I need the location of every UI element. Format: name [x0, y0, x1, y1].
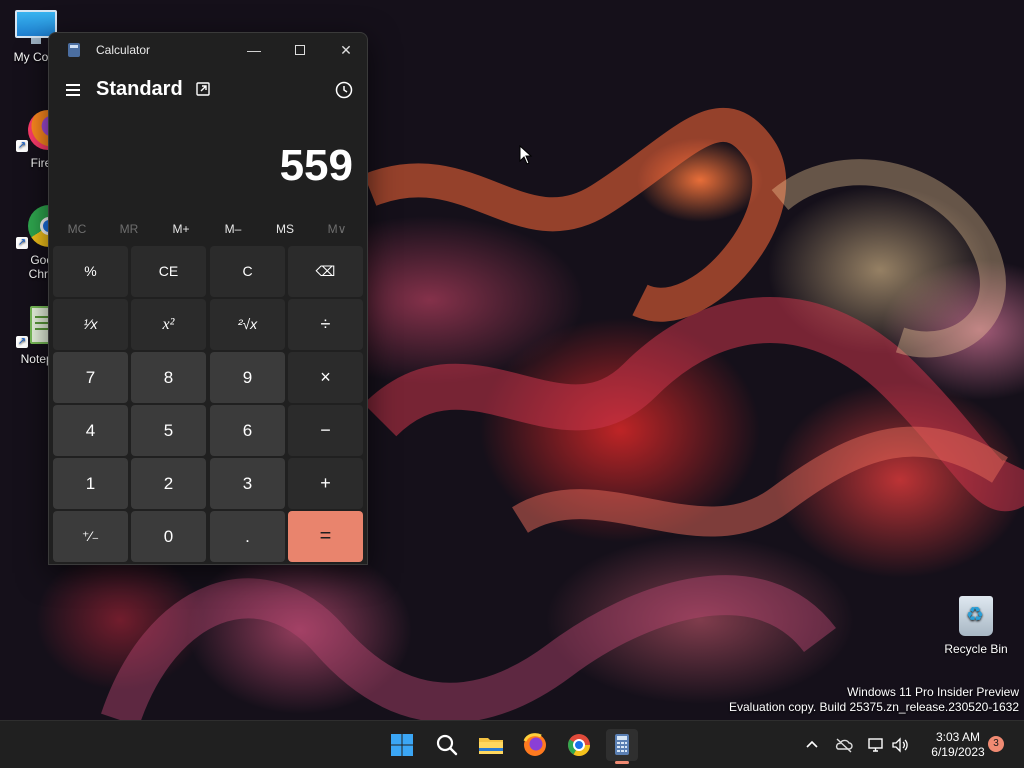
calculator-app-icon	[68, 43, 80, 57]
watermark-build: Evaluation copy. Build 25375.zn_release.…	[729, 700, 1019, 714]
minimize-button[interactable]: —	[231, 33, 277, 67]
divide-button[interactable]: ÷	[288, 299, 363, 350]
close-button[interactable]: ✕	[323, 33, 367, 67]
digit-9-button[interactable]: 9	[210, 352, 285, 403]
window-title: Calculator	[96, 43, 151, 57]
keep-on-top-icon	[196, 82, 210, 96]
reciprocal-button[interactable]: ¹⁄x	[53, 299, 128, 350]
navigation-menu-button[interactable]	[61, 75, 85, 105]
backspace-button[interactable]: ⌫	[288, 246, 363, 297]
network-icon	[868, 738, 883, 752]
digit-1-button[interactable]: 1	[53, 458, 128, 509]
taskbar: 3:03 AM 6/19/2023	[0, 720, 1024, 768]
square-root-button[interactable]: ²√x	[210, 299, 285, 350]
active-app-indicator	[615, 761, 629, 764]
chevron-up-icon	[806, 740, 818, 748]
multiply-button[interactable]: ×	[288, 352, 363, 403]
clear-entry-button[interactable]: CE	[131, 246, 206, 297]
shortcut-arrow-icon: ↗	[16, 140, 28, 152]
memory-subtract-button[interactable]: M–	[207, 215, 259, 243]
minimize-icon: —	[247, 42, 261, 58]
digit-3-button[interactable]: 3	[210, 458, 285, 509]
decimal-button[interactable]: .	[210, 511, 285, 562]
memory-store-button[interactable]: MS	[259, 215, 311, 243]
memory-clear-button[interactable]: MC	[51, 215, 103, 243]
negate-button[interactable]: ⁺⁄₋	[53, 511, 128, 562]
notification-badge[interactable]: 3	[988, 736, 1004, 752]
maximize-icon	[295, 44, 305, 55]
volume-button[interactable]	[890, 735, 910, 755]
percent-button[interactable]: %	[53, 246, 128, 297]
shortcut-arrow-icon: ↗	[16, 336, 28, 348]
memory-recall-button[interactable]: MR	[103, 215, 155, 243]
subtract-button[interactable]: −	[288, 405, 363, 456]
digit-4-button[interactable]: 4	[53, 405, 128, 456]
memory-list-button[interactable]: M∨	[311, 215, 363, 243]
calculator-icon	[615, 734, 629, 755]
square-button[interactable]: x²	[131, 299, 206, 350]
show-hidden-icons-button[interactable]	[802, 735, 822, 755]
history-icon	[335, 81, 353, 99]
title-bar[interactable]: Calculator — ✕	[49, 33, 367, 67]
calculator-display: 559	[279, 141, 353, 190]
watermark-edition: Windows 11 Pro Insider Preview	[847, 685, 1019, 699]
digit-8-button[interactable]: 8	[131, 352, 206, 403]
memory-row: MC MR M+ M– MS M∨	[49, 215, 367, 243]
equals-button[interactable]: =	[288, 511, 363, 562]
keep-on-top-button[interactable]	[195, 81, 213, 99]
calculator-taskbar-button[interactable]	[606, 729, 638, 764]
windows-watermark: Windows 11 Pro Insider Preview Evaluatio…	[729, 685, 1019, 715]
calculator-window[interactable]: Calculator — ✕ Standard 559 MC MR M+ M– …	[48, 32, 368, 565]
desktop-icon-recycle-bin[interactable]: Recycle Bin	[940, 596, 1012, 656]
recycle-bin-icon	[959, 596, 993, 636]
search-icon	[436, 734, 458, 756]
onedrive-button[interactable]	[834, 735, 854, 755]
digit-2-button[interactable]: 2	[131, 458, 206, 509]
firefox-taskbar-button[interactable]	[519, 729, 551, 761]
clear-button[interactable]: C	[210, 246, 285, 297]
network-button[interactable]	[866, 735, 886, 755]
cloud-offline-icon	[835, 738, 853, 753]
close-icon: ✕	[340, 42, 352, 58]
maximize-button[interactable]	[277, 33, 323, 67]
file-explorer-button[interactable]	[475, 729, 507, 761]
shortcut-arrow-icon: ↗	[16, 237, 28, 249]
folder-icon	[479, 738, 503, 754]
start-button[interactable]	[386, 729, 418, 761]
search-button[interactable]	[431, 729, 463, 761]
digit-5-button[interactable]: 5	[131, 405, 206, 456]
history-button[interactable]	[333, 79, 355, 101]
digit-0-button[interactable]: 0	[131, 511, 206, 562]
digit-6-button[interactable]: 6	[210, 405, 285, 456]
memory-add-button[interactable]: M+	[155, 215, 207, 243]
windows-start-icon	[391, 734, 413, 756]
firefox-icon	[523, 733, 546, 756]
calculator-header: Standard	[49, 71, 367, 111]
digit-7-button[interactable]: 7	[53, 352, 128, 403]
chrome-taskbar-button[interactable]	[563, 729, 595, 761]
speaker-icon	[892, 737, 908, 753]
mode-title: Standard	[96, 78, 183, 100]
desktop-icon-label: Recycle Bin	[944, 642, 1008, 656]
add-button[interactable]: +	[288, 458, 363, 509]
chrome-icon	[568, 734, 590, 756]
